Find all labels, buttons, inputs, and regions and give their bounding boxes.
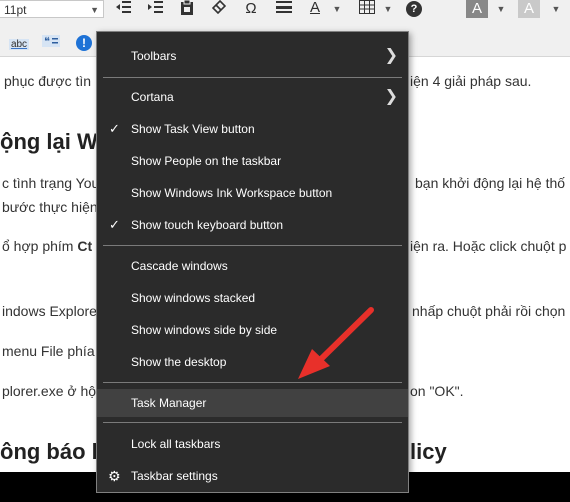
- paragraph-text: bước thực hiện: [2, 199, 98, 215]
- menu-item-cortana[interactable]: Cortana ❯: [97, 83, 408, 111]
- checkmark-icon: ✓: [109, 217, 120, 232]
- indent-increase-icon[interactable]: [146, 0, 166, 18]
- paragraph-text: on "OK".: [410, 383, 464, 399]
- omega-icon[interactable]: Ω: [242, 0, 260, 18]
- taskbar-context-menu: Toolbars ❯ Cortana ❯ ✓ Show Task View bu…: [96, 31, 409, 493]
- chevron-right-icon: ❯: [384, 88, 398, 105]
- menu-item-show-ink-workspace[interactable]: Show Windows Ink Workspace button: [97, 179, 408, 207]
- indent-decrease-icon[interactable]: [114, 0, 134, 18]
- menu-item-label: Show Windows Ink Workspace button: [131, 186, 333, 200]
- menu-item-toolbars[interactable]: Toolbars ❯: [97, 42, 408, 70]
- menu-item-label: Show touch keyboard button: [131, 218, 284, 232]
- font-color-icon[interactable]: A: [306, 0, 324, 17]
- chevron-down-icon[interactable]: ▼: [332, 0, 342, 18]
- paragraph-text: indows Explore: [2, 303, 97, 319]
- menu-item-show-touch-keyboard[interactable]: ✓ Show touch keyboard button: [97, 211, 408, 239]
- menu-separator: [103, 382, 402, 383]
- menu-separator: [103, 245, 402, 246]
- section-heading: ộng lại W: [0, 129, 98, 154]
- menu-item-label: Show windows side by side: [131, 323, 278, 337]
- shade-icon[interactable]: A: [518, 0, 540, 18]
- section-heading: ông báo b: [0, 439, 106, 464]
- highlight-color-icon[interactable]: A: [466, 0, 488, 18]
- paragraph-text: menu File phía: [2, 343, 95, 359]
- paragraph-text: nhấp chuột phải rồi chọn: [412, 303, 566, 319]
- menu-item-label: Taskbar settings: [131, 469, 218, 483]
- eraser-icon[interactable]: [210, 0, 228, 18]
- menu-item-show-desktop[interactable]: Show the desktop: [97, 348, 408, 376]
- paragraph-text: c tình trạng You: [2, 175, 100, 191]
- info-icon[interactable]: !: [74, 34, 94, 52]
- menu-item-taskbar-settings[interactable]: ⚙ Taskbar settings: [97, 462, 408, 490]
- chevron-down-icon[interactable]: ▼: [383, 0, 393, 18]
- paragraph-text: plorer.exe ở hộ: [2, 383, 97, 399]
- menu-separator: [103, 422, 402, 423]
- table-icon[interactable]: [357, 0, 377, 18]
- checkmark-icon: ✓: [109, 121, 120, 136]
- menu-item-label: Task Manager: [131, 396, 207, 410]
- chevron-down-icon[interactable]: ▼: [496, 0, 506, 18]
- quote-icon[interactable]: ❝: [40, 34, 62, 52]
- menu-separator: [103, 77, 402, 78]
- menu-item-label: Show windows stacked: [131, 291, 256, 305]
- menu-item-label: Show People on the taskbar: [131, 154, 282, 168]
- horizontal-rule-icon[interactable]: [274, 0, 294, 18]
- menu-item-task-manager[interactable]: Task Manager: [97, 389, 408, 417]
- paragraph-text: phục được tìn: [4, 73, 92, 89]
- menu-item-windows-stacked[interactable]: Show windows stacked: [97, 284, 408, 312]
- section-heading: licy: [410, 439, 447, 464]
- gear-icon: ⚙: [108, 468, 121, 484]
- menu-item-label: Show the desktop: [131, 355, 227, 369]
- menu-item-windows-side-by-side[interactable]: Show windows side by side: [97, 316, 408, 344]
- menu-item-show-task-view[interactable]: ✓ Show Task View button: [97, 115, 408, 143]
- font-size-value: 11pt: [4, 3, 27, 17]
- svg-text:❝: ❝: [44, 35, 50, 48]
- chevron-down-icon: ▼: [90, 5, 99, 15]
- menu-item-lock-taskbars[interactable]: Lock all taskbars: [97, 430, 408, 458]
- menu-item-label: Cascade windows: [131, 259, 228, 273]
- menu-item-label: Toolbars: [131, 49, 177, 63]
- chevron-right-icon: ❯: [384, 47, 398, 64]
- paragraph-text: iện 4 giải pháp sau.: [410, 73, 532, 89]
- menu-item-label: Show Task View button: [131, 122, 255, 136]
- help-icon[interactable]: ?: [406, 1, 422, 17]
- menu-item-label: Lock all taskbars: [131, 437, 221, 451]
- paragraph-text: ổ hợp phím Ct: [2, 238, 93, 254]
- paragraph-text: bạn khởi động lại hệ thố: [415, 175, 566, 191]
- menu-item-label: Cortana: [131, 90, 174, 104]
- font-size-select[interactable]: 11pt ▼: [0, 0, 104, 18]
- menu-item-show-people[interactable]: Show People on the taskbar: [97, 147, 408, 175]
- spellcheck-label: abc: [8, 39, 30, 50]
- spellcheck-icon[interactable]: abc: [8, 34, 30, 52]
- chevron-down-icon[interactable]: ▼: [551, 0, 561, 18]
- paragraph-text: iện ra. Hoặc click chuột p: [410, 238, 567, 254]
- paste-icon[interactable]: [178, 0, 196, 18]
- menu-item-cascade-windows[interactable]: Cascade windows: [97, 252, 408, 280]
